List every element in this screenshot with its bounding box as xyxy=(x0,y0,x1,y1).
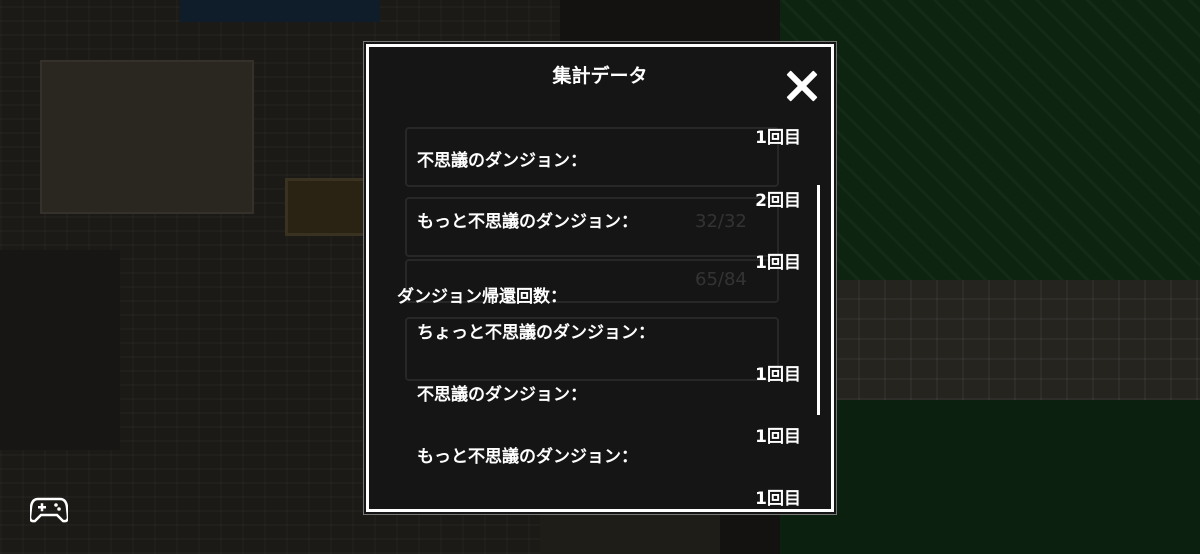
stat-value: 1回目 xyxy=(755,253,801,273)
section-heading: ダンジョン帰還回数： xyxy=(397,287,567,307)
stat-label: ちょっと不思議のダンジョン： xyxy=(417,323,655,343)
floor-mat xyxy=(285,178,371,236)
stats-dialog: 集計データ 32/32 65/84 1回目 不思議のダンジョン： 2回目 もっと… xyxy=(366,44,834,512)
stat-label: 不思議のダンジョン： xyxy=(417,385,587,405)
grass-field xyxy=(780,0,1200,280)
dialog-title: 集計データ xyxy=(552,65,648,87)
stat-value: 1回目 xyxy=(755,427,801,447)
stat-label: もっと不思議のダンジョン： xyxy=(417,212,638,232)
building-wall xyxy=(40,60,254,214)
stat-value: 1回目 xyxy=(755,128,801,148)
gamepad-icon[interactable] xyxy=(28,495,70,523)
stat-value: 2回目 xyxy=(755,191,801,211)
stat-value: 1回目 xyxy=(755,365,801,385)
stone-path xyxy=(780,280,1200,400)
stat-label: 不思議のダンジョン： xyxy=(417,151,587,171)
grass-field-lower xyxy=(780,400,1200,554)
close-icon[interactable] xyxy=(785,69,819,103)
stats-list[interactable]: 1回目 不思議のダンジョン： 2回目 もっと不思議のダンジョン： 1回目 ダンジ… xyxy=(369,107,831,507)
water-strip xyxy=(180,0,380,22)
stat-value: 1回目 xyxy=(755,489,801,507)
scrollbar[interactable] xyxy=(817,185,820,415)
stat-label: もっと不思議のダンジョン： xyxy=(417,447,638,467)
shadow-wall xyxy=(0,250,120,450)
